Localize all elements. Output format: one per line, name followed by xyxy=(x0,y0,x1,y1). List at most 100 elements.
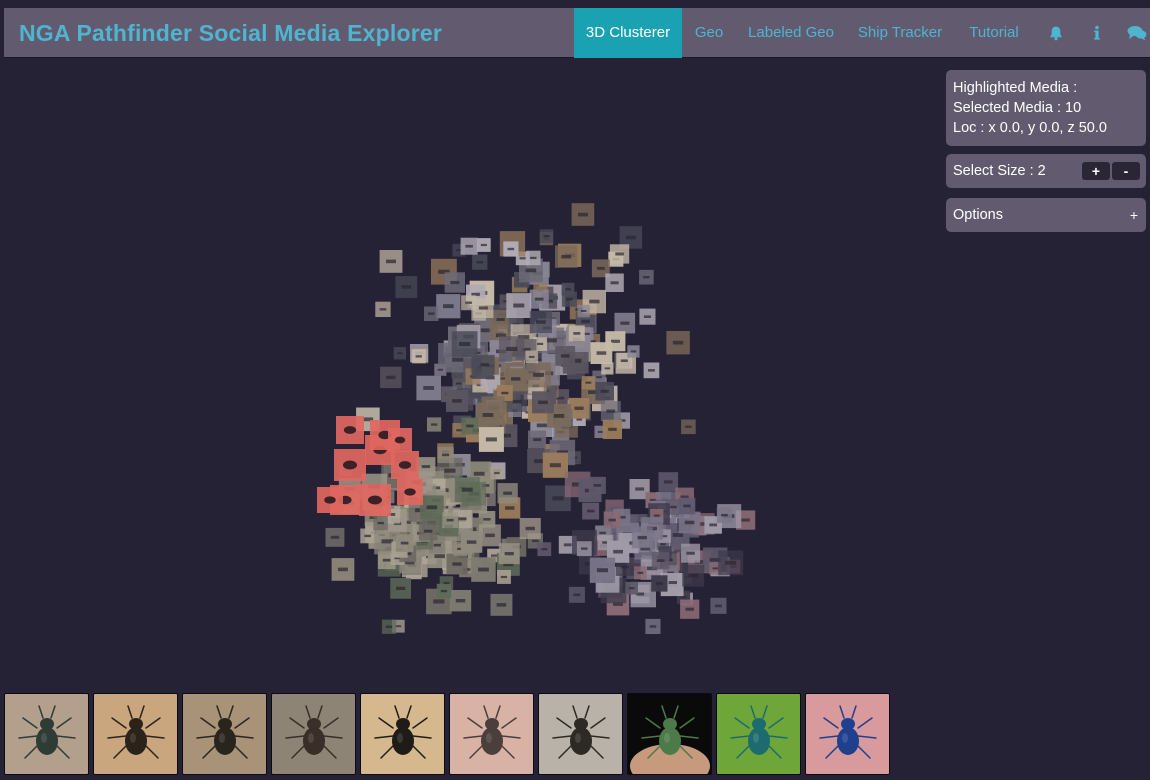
media-tile-subject xyxy=(465,301,472,304)
media-tile-subject xyxy=(446,518,454,522)
media-tile-subject xyxy=(625,235,636,240)
tab-labeled-geo[interactable]: Labeled Geo xyxy=(744,8,838,58)
media-tile-subject xyxy=(330,535,340,539)
media-thumbnail[interactable] xyxy=(271,693,356,775)
media-tile-subject xyxy=(444,468,456,473)
media-tile-subject xyxy=(452,357,464,362)
media-tile-subject xyxy=(433,599,445,604)
media-tile-subject xyxy=(507,247,515,251)
media-tile-subject xyxy=(581,319,590,323)
options-panel[interactable]: Options + xyxy=(946,198,1146,232)
media-tile-subject xyxy=(725,560,737,565)
media-tile-subject xyxy=(377,521,384,525)
media-tile-subject xyxy=(494,472,500,475)
media-tile-subject xyxy=(560,354,570,358)
media-thumbnail[interactable] xyxy=(805,693,890,775)
size-increase-button[interactable]: + xyxy=(1082,162,1110,180)
media-tile-subject xyxy=(500,377,506,380)
chat-icon[interactable] xyxy=(1125,8,1149,58)
selected-media-subject xyxy=(398,461,412,469)
media-tile-subject xyxy=(437,368,443,371)
media-tile-subject xyxy=(741,518,750,522)
media-tile-subject xyxy=(543,235,550,238)
media-tile-subject xyxy=(581,547,588,550)
media-thumbnail[interactable] xyxy=(4,693,89,775)
beetle-image xyxy=(272,694,355,774)
media-tile-subject xyxy=(685,607,694,611)
media-tile-subject xyxy=(637,535,647,540)
media-thumbnail[interactable] xyxy=(449,693,534,775)
media-thumbnail[interactable] xyxy=(716,693,801,775)
cluster-3d-view[interactable] xyxy=(0,60,940,685)
beetle-image xyxy=(450,694,533,774)
media-tile-subject xyxy=(491,554,497,557)
media-tile-subject xyxy=(485,437,497,442)
tab-tutorial[interactable]: Tutorial xyxy=(964,8,1024,58)
media-thumbnail[interactable] xyxy=(360,693,445,775)
media-thumbnail[interactable] xyxy=(538,693,623,775)
size-decrease-button[interactable]: - xyxy=(1112,162,1140,180)
media-tile-subject xyxy=(505,506,515,510)
media-tile-subject xyxy=(684,520,695,525)
selected-media-label: Selected Media : 10 xyxy=(953,100,1082,116)
media-tile-subject xyxy=(606,409,616,413)
media-tile-subject xyxy=(584,332,590,335)
beetle-image xyxy=(806,694,889,774)
media-tile-subject xyxy=(712,567,719,570)
bell-icon[interactable] xyxy=(1044,8,1068,58)
media-tile-subject xyxy=(593,484,602,487)
media-tile-subject xyxy=(506,346,518,351)
media-tile-subject xyxy=(615,252,624,256)
media-tile-subject xyxy=(482,413,494,417)
media-tile-subject xyxy=(648,369,655,372)
media-tile-subject xyxy=(620,359,628,362)
media-tile-subject xyxy=(585,381,592,384)
media-tile-subject xyxy=(433,543,441,547)
tab-ship-tracker[interactable]: Ship Tracker xyxy=(854,8,946,58)
media-tile-subject xyxy=(476,261,484,264)
media-tile-subject xyxy=(533,372,545,377)
options-expand-icon[interactable]: + xyxy=(1130,198,1138,232)
media-thumbnail[interactable] xyxy=(182,693,267,775)
media-tile-subject xyxy=(450,280,460,285)
media-tile-subject xyxy=(461,487,473,492)
media-tile-subject xyxy=(589,299,600,304)
app-title[interactable]: NGA Pathfinder Social Media Explorer xyxy=(19,8,442,58)
navbar: NGA Pathfinder Social Media Explorer 3D … xyxy=(4,8,1150,58)
media-thumbnail[interactable] xyxy=(627,693,712,775)
media-tile-subject xyxy=(536,423,548,428)
media-tile-subject xyxy=(511,377,521,381)
media-tile-subject xyxy=(596,266,605,270)
media-tile-subject xyxy=(668,581,677,584)
tab-geo[interactable]: Geo xyxy=(689,8,729,58)
media-tile-subject xyxy=(465,244,473,248)
media-tile-subject xyxy=(537,342,544,345)
media-tile-subject xyxy=(504,552,514,556)
media-tile-subject xyxy=(655,582,663,585)
media-tile-subject xyxy=(530,256,537,260)
media-tile-subject xyxy=(635,487,645,491)
media-tile-subject xyxy=(597,430,604,433)
media-tile-subject xyxy=(576,418,583,421)
media-tile-subject xyxy=(525,526,535,531)
media-tile-subject xyxy=(478,306,488,310)
media-tile-subject xyxy=(541,548,548,551)
media-tile-subject xyxy=(685,425,692,428)
media-tile-subject xyxy=(485,533,495,538)
media-tile-subject xyxy=(364,534,371,538)
selected-media-subject xyxy=(394,436,406,444)
tab-3d-clusterer[interactable]: 3D Clusterer xyxy=(574,8,682,58)
media-tile-subject xyxy=(664,480,673,484)
info-icon[interactable] xyxy=(1085,8,1109,58)
media-thumbnail[interactable] xyxy=(93,693,178,775)
media-tile-subject xyxy=(587,509,595,513)
media-tile-subject xyxy=(415,355,422,358)
media-tile-subject xyxy=(381,539,393,544)
media-tile-subject xyxy=(396,586,406,590)
media-tile-subject xyxy=(337,567,348,572)
media-tile-subject xyxy=(660,543,666,546)
media-tile-subject xyxy=(714,604,722,608)
media-tile-subject xyxy=(637,571,644,574)
media-tile-subject xyxy=(672,340,684,345)
media-tile-subject xyxy=(397,352,403,355)
